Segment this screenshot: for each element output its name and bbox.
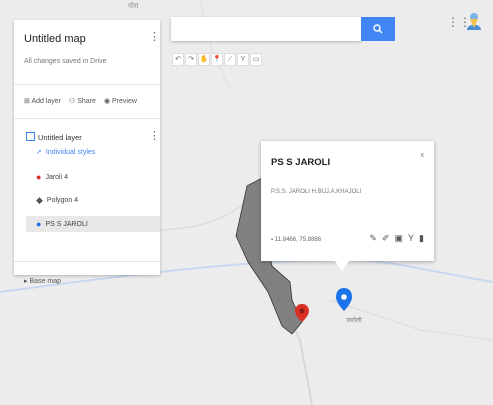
layer-name[interactable]: Untitled layer <box>38 133 82 142</box>
close-icon[interactable]: x <box>421 152 425 159</box>
divider <box>14 84 160 85</box>
hand-icon[interactable]: ✋ <box>198 53 210 66</box>
paint-icon: ➚ <box>36 149 42 156</box>
base-map-toggle[interactable]: ▸ Base map <box>24 277 61 285</box>
individual-styles-link[interactable]: ➚ Individual styles <box>36 148 96 157</box>
map-details-panel: Untitled map ⋮ All changes saved in Driv… <box>14 20 160 285</box>
directions-icon[interactable]: Y <box>408 233 414 244</box>
layer-checkbox[interactable] <box>26 132 35 141</box>
preview-button[interactable]: ◉ Preview <box>104 97 137 105</box>
popup-tools: ✎ ✐ ▣ Y ▮ <box>369 233 424 244</box>
location-icon: ⬩ <box>271 237 274 243</box>
panel-actions: ⊞ Add layer ⚇ Share ◉ Preview <box>24 97 137 105</box>
undo-icon[interactable]: ↶ <box>172 53 184 66</box>
layer-item-label: PS S JAROLI <box>45 220 88 228</box>
line-icon[interactable]: ⟋ <box>224 53 236 66</box>
map-title[interactable]: Untitled map <box>24 33 86 45</box>
share-icon: ⚇ <box>69 98 76 105</box>
layer-item-label: Polygon 4 <box>46 197 79 204</box>
map-label-top: गोरा <box>128 1 139 10</box>
coords-text: 11.8466, 75.8886 <box>274 237 322 243</box>
style-icon[interactable]: ✎ <box>369 233 377 244</box>
edit-icon[interactable]: ✐ <box>382 233 390 244</box>
share-button[interactable]: ⚇ Share <box>69 97 96 105</box>
redo-icon[interactable]: ↷ <box>185 53 197 66</box>
blue-pin-icon: ● <box>36 219 42 229</box>
search-input[interactable] <box>171 17 363 39</box>
popup-tail <box>335 261 349 271</box>
search-box <box>171 17 363 41</box>
add-layer-label: Add layer <box>31 98 62 105</box>
layer-item[interactable]: ◆ Polygon 4 <box>36 195 78 206</box>
preview-label: Preview <box>112 98 137 105</box>
popup-coordinates: ⬩ 11.8466, 75.8886 <box>271 237 321 244</box>
popup-description: P.S.S. JAROLI H.BUJ.A.KHAJOLI <box>271 189 362 195</box>
ruler-icon[interactable]: ▭ <box>250 53 262 66</box>
add-layer-icon: ⊞ <box>24 98 30 105</box>
polygon-icon: ◆ <box>36 195 43 205</box>
base-map-label: Base map <box>29 278 61 285</box>
camera-icon[interactable]: ▣ <box>395 233 404 244</box>
marker-icon[interactable]: 📍 <box>211 53 223 66</box>
divider <box>14 118 160 119</box>
layer-item-selected[interactable]: ● PS S JAROLI <box>26 216 160 232</box>
more-options-icon[interactable]: ⋮ <box>149 32 160 43</box>
delete-icon[interactable]: ▮ <box>419 233 424 244</box>
expand-icon: ▸ <box>24 278 28 285</box>
map-toolbar: ↶ ↷ ✋ 📍 ⟋ Y ▭ <box>172 53 262 66</box>
layer-options-icon[interactable]: ⋮ <box>149 131 160 142</box>
save-status: All changes saved in Drive <box>24 58 107 65</box>
layer-header: Untitled layer <box>26 132 82 142</box>
search-button[interactable] <box>361 17 395 41</box>
feature-popup: PS S JAROLI x P.S.S. JAROLI H.BUJ.A.KHAJ… <box>261 141 434 261</box>
layer-item[interactable]: ● Jaroli 4 <box>36 172 68 182</box>
popup-title: PS S JAROLI <box>271 157 331 168</box>
share-label: Share <box>77 98 96 105</box>
search-icon <box>373 24 383 34</box>
avatar[interactable] <box>465 11 483 31</box>
layer-item-label: Jaroli 4 <box>45 173 69 181</box>
divider <box>14 261 160 262</box>
add-layer-button[interactable]: ⊞ Add layer <box>24 97 61 105</box>
preview-icon: ◉ <box>103 98 111 105</box>
map-label-place: जारोली <box>346 316 362 324</box>
red-pin-icon: ● <box>36 172 42 182</box>
individual-styles-label: Individual styles <box>45 148 96 156</box>
directions-icon[interactable]: Y <box>237 53 249 66</box>
